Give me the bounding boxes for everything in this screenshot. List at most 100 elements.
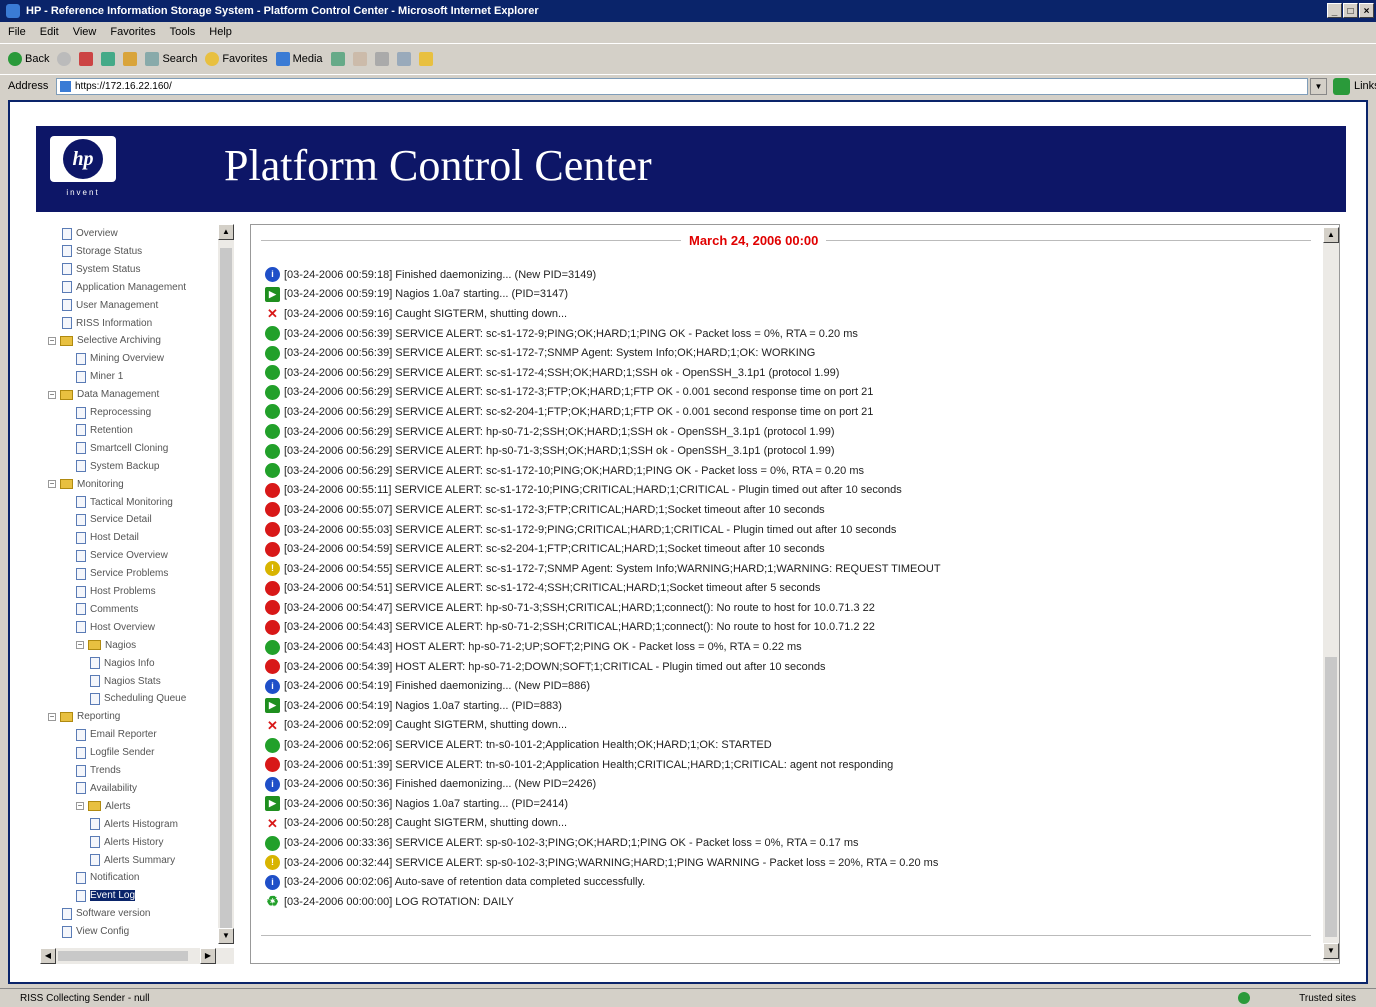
nav-item[interactable]: Alerts Summary bbox=[90, 853, 175, 868]
menu-help[interactable]: Help bbox=[209, 26, 232, 38]
nav-item[interactable]: Email Reporter bbox=[76, 727, 157, 742]
document-icon bbox=[76, 585, 86, 598]
scroll-thumb[interactable] bbox=[58, 951, 188, 961]
scroll-up-icon[interactable]: ▲ bbox=[1323, 227, 1339, 243]
scroll-thumb[interactable] bbox=[220, 248, 232, 928]
nav-item[interactable]: Mining Overview bbox=[76, 351, 164, 366]
nav-item[interactable]: View Config bbox=[62, 924, 129, 939]
history-button[interactable] bbox=[330, 51, 345, 66]
nav-item[interactable]: Reprocessing bbox=[76, 405, 151, 420]
nav-horizontal-scrollbar[interactable]: ◀ ▶ bbox=[40, 948, 234, 964]
links-label[interactable]: Links bbox=[1354, 80, 1376, 92]
nav-item[interactable]: Nagios Stats bbox=[90, 674, 161, 689]
nav-item[interactable]: System Status bbox=[62, 262, 140, 277]
nav-item[interactable]: Smartcell Cloning bbox=[76, 441, 168, 456]
collapse-icon[interactable]: − bbox=[48, 336, 56, 345]
nav-item[interactable]: Event Log bbox=[76, 888, 136, 903]
nav-item[interactable]: Host Detail bbox=[76, 530, 139, 545]
nav-item[interactable]: Retention bbox=[76, 423, 133, 438]
nav-item[interactable]: Scheduling Queue bbox=[90, 691, 186, 706]
favorites-button[interactable]: Favorites bbox=[205, 51, 268, 66]
menu-tools[interactable]: Tools bbox=[170, 26, 196, 38]
folder-button[interactable] bbox=[418, 51, 433, 66]
nav-item[interactable]: Host Overview bbox=[76, 620, 155, 635]
nav-item[interactable]: RISS Information bbox=[62, 316, 152, 331]
nav-item[interactable]: Software version bbox=[62, 906, 150, 921]
nav-item[interactable]: − Selective Archiving bbox=[48, 333, 161, 348]
nav-item[interactable]: Overview bbox=[62, 226, 118, 241]
status-text: RISS Collecting Sender - null bbox=[20, 993, 150, 1004]
nav-item[interactable]: Miner 1 bbox=[76, 369, 123, 384]
back-arrow-icon bbox=[8, 51, 22, 66]
nav-item[interactable]: Nagios Info bbox=[90, 656, 155, 671]
menu-view[interactable]: View bbox=[73, 26, 97, 38]
menu-file[interactable]: File bbox=[8, 26, 26, 38]
nav-item-label: System Status bbox=[76, 263, 141, 275]
nav-item[interactable]: − Reporting bbox=[48, 709, 120, 724]
document-icon bbox=[76, 871, 86, 884]
nav-item[interactable]: Service Detail bbox=[76, 512, 152, 527]
nav-item-label: Retention bbox=[90, 424, 133, 436]
nav-item[interactable]: Comments bbox=[76, 602, 138, 617]
nav-item-label: Alerts Summary bbox=[104, 854, 176, 866]
scroll-left-icon[interactable]: ◀ bbox=[40, 948, 56, 964]
edit-button[interactable] bbox=[396, 51, 411, 66]
nav-item[interactable]: Storage Status bbox=[62, 244, 142, 259]
nav-item[interactable]: Application Management bbox=[62, 280, 186, 295]
collapse-icon[interactable]: − bbox=[48, 712, 56, 721]
nav-item[interactable]: Availability bbox=[76, 781, 137, 796]
scroll-down-icon[interactable]: ▼ bbox=[218, 928, 234, 944]
stop-button[interactable] bbox=[79, 51, 94, 66]
address-input[interactable]: https://172.16.22.160/ bbox=[56, 78, 1308, 95]
minimize-icon[interactable]: _ bbox=[1327, 3, 1342, 18]
print-button[interactable] bbox=[374, 51, 389, 66]
nav-item[interactable]: Trends bbox=[76, 763, 121, 778]
nav-item[interactable]: Host Problems bbox=[76, 584, 156, 599]
ok-status-icon bbox=[265, 365, 280, 381]
forward-button[interactable] bbox=[57, 51, 72, 66]
address-dropdown-icon[interactable]: ▼ bbox=[1310, 78, 1327, 95]
go-button[interactable] bbox=[1333, 78, 1350, 95]
nav-item[interactable]: Service Problems bbox=[76, 566, 168, 581]
nav-item[interactable]: − Data Management bbox=[48, 387, 159, 402]
nav-item[interactable]: − Nagios bbox=[76, 638, 136, 653]
menu-favorites[interactable]: Favorites bbox=[110, 26, 155, 38]
mail-button[interactable] bbox=[352, 51, 367, 66]
scroll-thumb[interactable] bbox=[1325, 657, 1337, 937]
maximize-icon[interactable]: □ bbox=[1343, 3, 1358, 18]
log-entry: [03-24-2006 00:56:29] SERVICE ALERT: sc-… bbox=[265, 363, 1315, 383]
collapse-icon[interactable]: − bbox=[76, 641, 84, 650]
nav-item[interactable]: Alerts History bbox=[90, 835, 163, 850]
collapse-icon[interactable]: − bbox=[76, 802, 84, 811]
collapse-icon[interactable]: − bbox=[48, 480, 56, 489]
refresh-button[interactable] bbox=[101, 51, 116, 66]
nav-item[interactable]: − Alerts bbox=[76, 799, 131, 814]
collapse-icon[interactable]: − bbox=[48, 390, 56, 399]
nav-item[interactable]: Service Overview bbox=[76, 548, 168, 563]
back-button[interactable]: Back bbox=[8, 51, 49, 66]
home-button[interactable] bbox=[123, 51, 138, 66]
nav-item[interactable]: Logfile Sender bbox=[76, 745, 155, 760]
log-entry: [03-24-2006 00:54:47] SERVICE ALERT: hp-… bbox=[265, 598, 1315, 618]
document-icon bbox=[90, 675, 100, 687]
menu-edit[interactable]: Edit bbox=[40, 26, 59, 38]
nav-item[interactable]: System Backup bbox=[76, 459, 159, 474]
scroll-up-icon[interactable]: ▲ bbox=[218, 224, 234, 240]
nav-item[interactable]: Notification bbox=[76, 870, 139, 885]
nav-vertical-scrollbar[interactable]: ▲ ▼ bbox=[218, 224, 234, 944]
nav-item[interactable]: Tactical Monitoring bbox=[76, 495, 173, 510]
nav-item[interactable]: User Management bbox=[62, 298, 158, 313]
scroll-right-icon[interactable]: ▶ bbox=[200, 948, 216, 964]
close-icon[interactable]: × bbox=[1359, 3, 1374, 18]
search-button[interactable]: Search bbox=[145, 51, 197, 66]
scroll-down-icon[interactable]: ▼ bbox=[1323, 943, 1339, 959]
nav-item-label: Nagios Info bbox=[104, 657, 155, 669]
log-vertical-scrollbar[interactable]: ▲ ▼ bbox=[1323, 227, 1339, 961]
nav-item[interactable]: − Monitoring bbox=[48, 477, 124, 492]
media-button[interactable]: Media bbox=[275, 51, 323, 66]
nav-item[interactable]: Alerts Histogram bbox=[90, 817, 178, 832]
nav-item-label: Nagios Stats bbox=[104, 675, 161, 687]
log-entry: ✕ [03-24-2006 00:50:28] Caught SIGTERM, s… bbox=[265, 814, 1315, 834]
critical-status-icon bbox=[265, 502, 280, 518]
stop-icon bbox=[79, 51, 94, 66]
